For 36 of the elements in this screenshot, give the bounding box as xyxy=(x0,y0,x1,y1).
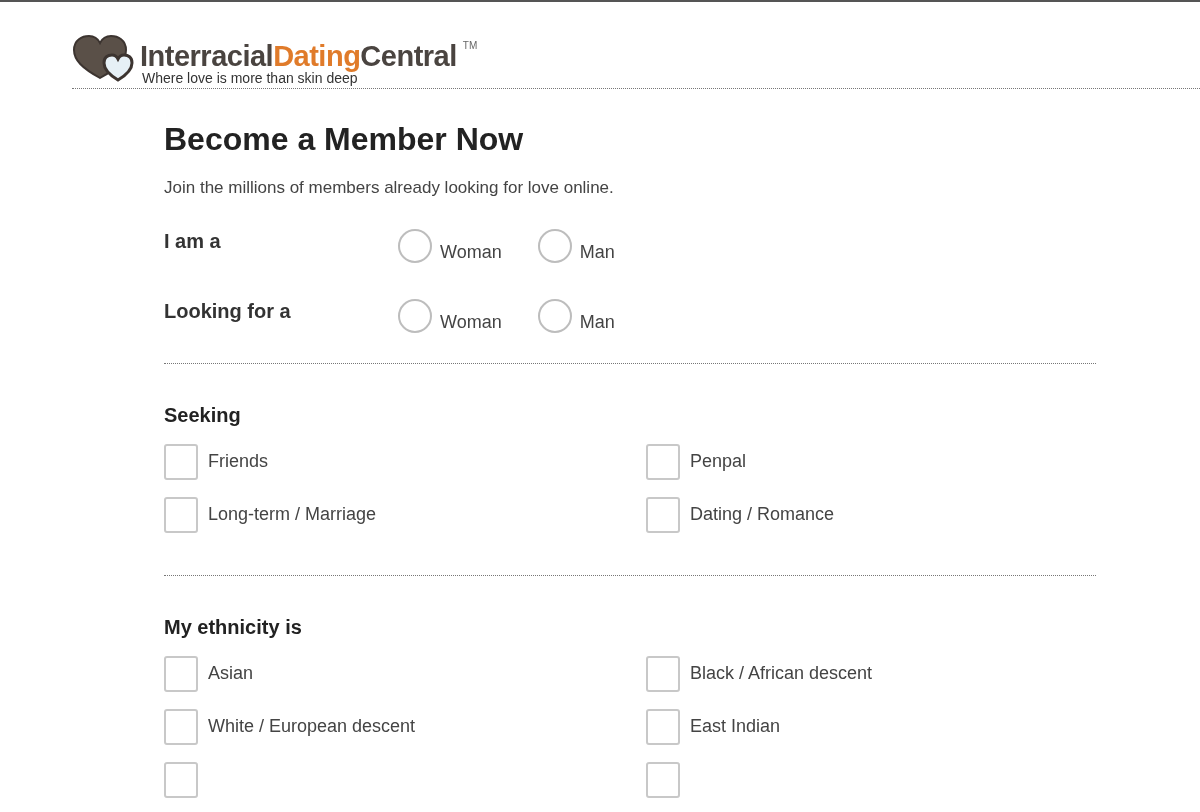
checkbox[interactable] xyxy=(164,443,198,480)
checkbox[interactable] xyxy=(164,496,198,533)
radio-button[interactable] xyxy=(537,228,572,263)
checkbox-label: Friends xyxy=(208,450,269,473)
logo-wordmark: InterracialDatingCentral xyxy=(140,42,457,71)
checkbox-label: Penpal xyxy=(690,450,747,473)
checkbox-label: Dating / Romance xyxy=(690,503,835,526)
checkbox-label: Black / African descent xyxy=(690,662,873,685)
radio-button[interactable] xyxy=(398,298,432,333)
checkbox[interactable] xyxy=(164,655,198,692)
checkbox-label: Long-term / Marriage xyxy=(208,503,377,526)
radio-label: Man xyxy=(579,312,615,331)
checkbox[interactable] xyxy=(646,761,680,798)
radio-button[interactable] xyxy=(398,228,432,263)
radio-button[interactable] xyxy=(537,298,572,333)
checkbox-label: White / European descent xyxy=(208,715,416,738)
form-title: Become a Member Now xyxy=(164,123,525,155)
checkbox[interactable] xyxy=(646,655,680,692)
radio-label: Man xyxy=(579,242,615,261)
logo[interactable]: InterracialDatingCentral TM Where love is more than skin deep xyxy=(72,34,478,85)
field-label: I am a xyxy=(164,228,222,254)
logo-tagline: Where love is more than skin deep xyxy=(142,71,358,85)
form-subtitle: Join the millions of members already looking for love online. xyxy=(164,177,615,199)
radio-label: Woman xyxy=(440,242,502,261)
section-title: My ethnicity is xyxy=(164,614,303,640)
radio-label: Woman xyxy=(440,312,502,331)
checkbox[interactable] xyxy=(164,708,198,745)
checkbox[interactable] xyxy=(646,496,680,533)
checkbox-label: Asian xyxy=(208,662,254,685)
checkbox[interactable] xyxy=(646,443,680,480)
section-title: Seeking xyxy=(164,402,242,428)
checkbox[interactable] xyxy=(646,708,680,745)
checkbox[interactable] xyxy=(164,761,198,798)
trademark: TM xyxy=(462,39,478,53)
field-label: Looking for a xyxy=(164,298,292,324)
checkbox-label: East Indian xyxy=(690,715,781,738)
